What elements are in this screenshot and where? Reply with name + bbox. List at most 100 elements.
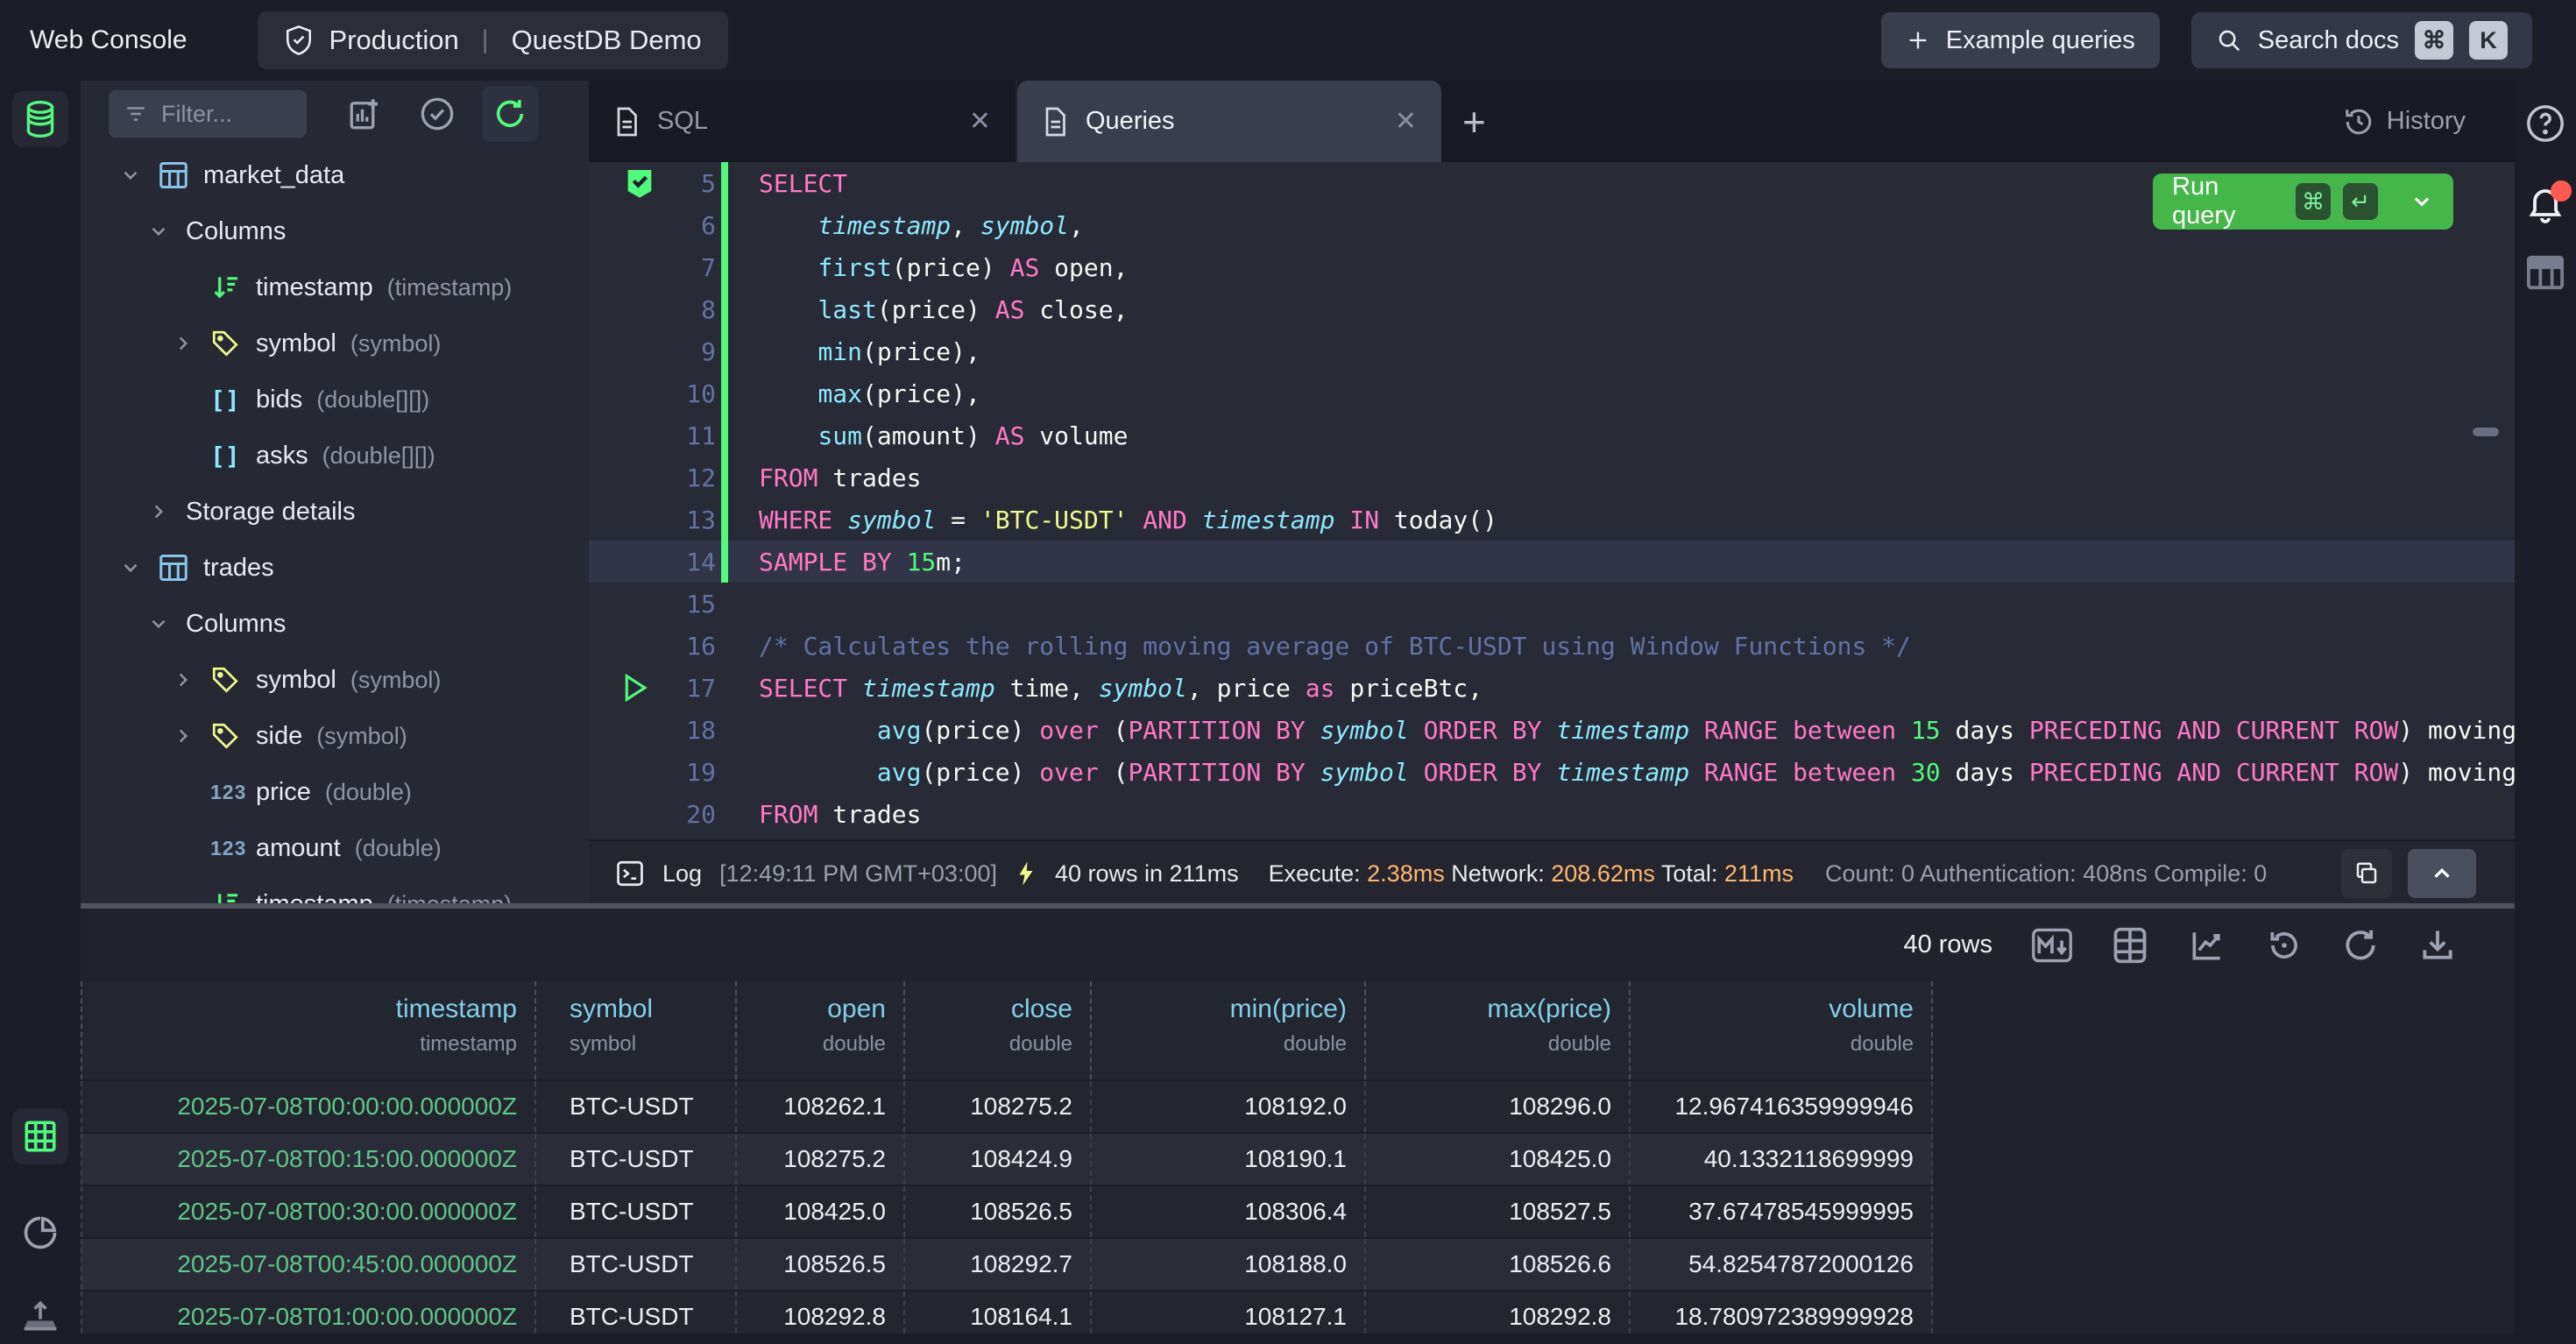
notifications-bell-icon[interactable] [2524,184,2566,226]
grid-cell[interactable]: BTC-USDT [536,1134,737,1185]
column-header-close[interactable]: closedouble [905,981,1092,1079]
results-grid[interactable]: timestamptimestampsymbolsymbolopendouble… [81,981,1933,1333]
grid-cell[interactable]: 54.82547872000126 [1631,1239,1933,1290]
grid-cell[interactable]: 2025-07-08T00:00:00.000000Z [81,1081,536,1132]
grid-row-4[interactable]: 2025-07-08T00:45:00.000000ZBTC-USDT10852… [81,1237,1933,1290]
grid-row-1[interactable]: 2025-07-08T00:00:00.000000ZBTC-USDT10826… [81,1079,1933,1132]
editor-line-19[interactable]: 19 avg(price) over (PARTITION BY symbol … [589,751,2515,793]
grid-cell[interactable]: 108292.8 [1366,1291,1631,1333]
run-query-button[interactable]: Run query ⌘ ↵ [2153,173,2453,230]
editor-line-15[interactable]: 15 [589,583,2515,625]
grid-cell[interactable]: 108425.0 [1366,1134,1631,1185]
chevron-down-icon[interactable] [147,220,186,243]
tree-item-market_data[interactable]: market_data [81,147,589,203]
sql-editor[interactable]: 5SELECT6 timestamp, symbol,7 first(price… [589,162,2515,839]
grid-cell[interactable]: 108292.7 [905,1239,1092,1290]
tree-item-symbol[interactable]: symbol(symbol) [81,315,589,371]
grid-cell[interactable]: 108192.0 [1092,1081,1366,1132]
tree-item-side[interactable]: side(symbol) [81,708,589,764]
editor-line-12[interactable]: 12FROM trades [589,456,2515,499]
column-header-volume[interactable]: volumedouble [1631,981,1933,1079]
grid-cell[interactable]: BTC-USDT [536,1186,737,1237]
tree-item-asks[interactable]: []asks(double[][]) [81,428,589,484]
column-header-minprice[interactable]: min(price)double [1092,981,1366,1079]
column-header-maxprice[interactable]: max(price)double [1366,981,1631,1079]
tree-item-bids[interactable]: []bids(double[][]) [81,371,589,428]
grid-view-icon[interactable] [12,1108,68,1164]
tree-item-amount[interactable]: 123amount(double) [81,820,589,876]
history-button[interactable]: History [2343,81,2466,162]
help-icon[interactable] [2525,103,2565,144]
tree-item-timestamp[interactable]: timestamp(timestamp) [81,259,589,315]
grid-cell[interactable]: 40.1332118699999 [1631,1134,1933,1185]
instance-badge[interactable]: Production | QuestDB Demo [258,11,728,69]
query-success-icon[interactable] [622,166,657,201]
grid-cell[interactable]: 108127.1 [1092,1291,1366,1333]
editor-line-17[interactable]: 17SELECT timestamp time, symbol, price a… [589,667,2515,709]
refresh2-icon[interactable] [2341,926,2380,965]
tree-item-price[interactable]: 123price(double) [81,764,589,820]
grid-cell[interactable]: 37.67478545999995 [1631,1186,1933,1237]
run-line-icon[interactable] [622,673,648,703]
grid-row-3[interactable]: 2025-07-08T00:30:00.000000ZBTC-USDT10842… [81,1185,1933,1237]
tree-item-timestamp[interactable]: timestamp(timestamp) [81,876,589,906]
column-header-symbol[interactable]: symbolsymbol [536,981,737,1079]
tree-item-columns[interactable]: Columns [81,596,589,652]
editor-line-14[interactable]: 14SAMPLE BY 15m; [589,541,2515,583]
editor-line-8[interactable]: 8 last(price) AS close, [589,288,2515,330]
tree-item-columns[interactable]: Columns [81,203,589,259]
grid-cell[interactable]: BTC-USDT [536,1239,737,1290]
download-icon[interactable] [2418,926,2457,965]
panel-layout-icon[interactable] [2525,254,2565,291]
grid-cell[interactable]: 108526.5 [737,1239,905,1290]
grid-cell[interactable]: 108526.6 [1366,1239,1631,1290]
editor-line-9[interactable]: 9 min(price), [589,330,2515,372]
chevron-right-icon[interactable] [172,725,210,747]
database-icon[interactable] [12,91,68,147]
tab-queries[interactable]: Queries ✕ [1017,81,1441,162]
grid-cell[interactable]: BTC-USDT [536,1081,737,1132]
editor-line-7[interactable]: 7 first(price) AS open, [589,246,2515,288]
collapse-log-button[interactable] [2408,849,2476,898]
editor-line-20[interactable]: 20FROM trades [589,793,2515,835]
grid-cell[interactable]: 108425.0 [737,1186,905,1237]
grid-cell[interactable]: 108526.5 [905,1186,1092,1237]
example-queries-button[interactable]: Example queries [1881,12,2160,68]
grid-cell[interactable]: 12.967416359999946 [1631,1081,1933,1132]
tree-item-trades[interactable]: trades [81,540,589,596]
grid-cell[interactable]: 108275.2 [905,1081,1092,1132]
grid-cell[interactable]: 18.780972389999928 [1631,1291,1933,1333]
chevron-down-icon[interactable] [119,164,158,187]
new-tab-button[interactable]: + [1441,81,1507,162]
grid-cell[interactable]: 2025-07-08T00:15:00.000000Z [81,1134,536,1185]
markdown-icon[interactable] [2031,927,2073,964]
grid-cell[interactable]: 108190.1 [1092,1134,1366,1185]
editor-line-18[interactable]: 18 avg(price) over (PARTITION BY symbol … [589,709,2515,751]
grid-cell[interactable]: 2025-07-08T00:45:00.000000Z [81,1239,536,1290]
close-icon[interactable]: ✕ [969,106,991,137]
add-metrics-icon[interactable] [347,95,384,132]
grid-cell[interactable]: 108527.5 [1366,1186,1631,1237]
grid-cell[interactable]: 108296.0 [1366,1081,1631,1132]
tree-item-symbol[interactable]: symbol(symbol) [81,652,589,708]
grid-cell[interactable]: 108262.1 [737,1081,905,1132]
grid-row-2[interactable]: 2025-07-08T00:15:00.000000ZBTC-USDT10827… [81,1132,1933,1185]
chevron-right-icon[interactable] [172,668,210,691]
grid-cell[interactable]: 108306.4 [1092,1186,1366,1237]
grid-cell[interactable]: 108275.2 [737,1134,905,1185]
grid-row-5[interactable]: 2025-07-08T01:00:00.000000ZBTC-USDT10829… [81,1290,1933,1333]
grid-cell[interactable]: 108188.0 [1092,1239,1366,1290]
chart-icon[interactable] [2187,926,2227,965]
editor-line-10[interactable]: 10 max(price), [589,372,2515,414]
grid-cell[interactable]: 2025-07-08T01:00:00.000000Z [81,1291,536,1333]
editor-line-16[interactable]: 16/* Calculates the rolling moving avera… [589,625,2515,667]
upload-icon[interactable] [12,1288,68,1344]
close-icon[interactable]: ✕ [1395,106,1417,137]
copy-icon[interactable] [2341,849,2392,898]
column-header-timestamp[interactable]: timestamptimestamp [81,981,536,1079]
filter-input[interactable]: Filter... [109,90,307,138]
grid-cell[interactable]: 108424.9 [905,1134,1092,1185]
grid-cell[interactable]: 108292.8 [737,1291,905,1333]
search-docs-button[interactable]: Search docs ⌘ K [2191,12,2532,68]
chevron-down-icon[interactable] [147,612,186,635]
